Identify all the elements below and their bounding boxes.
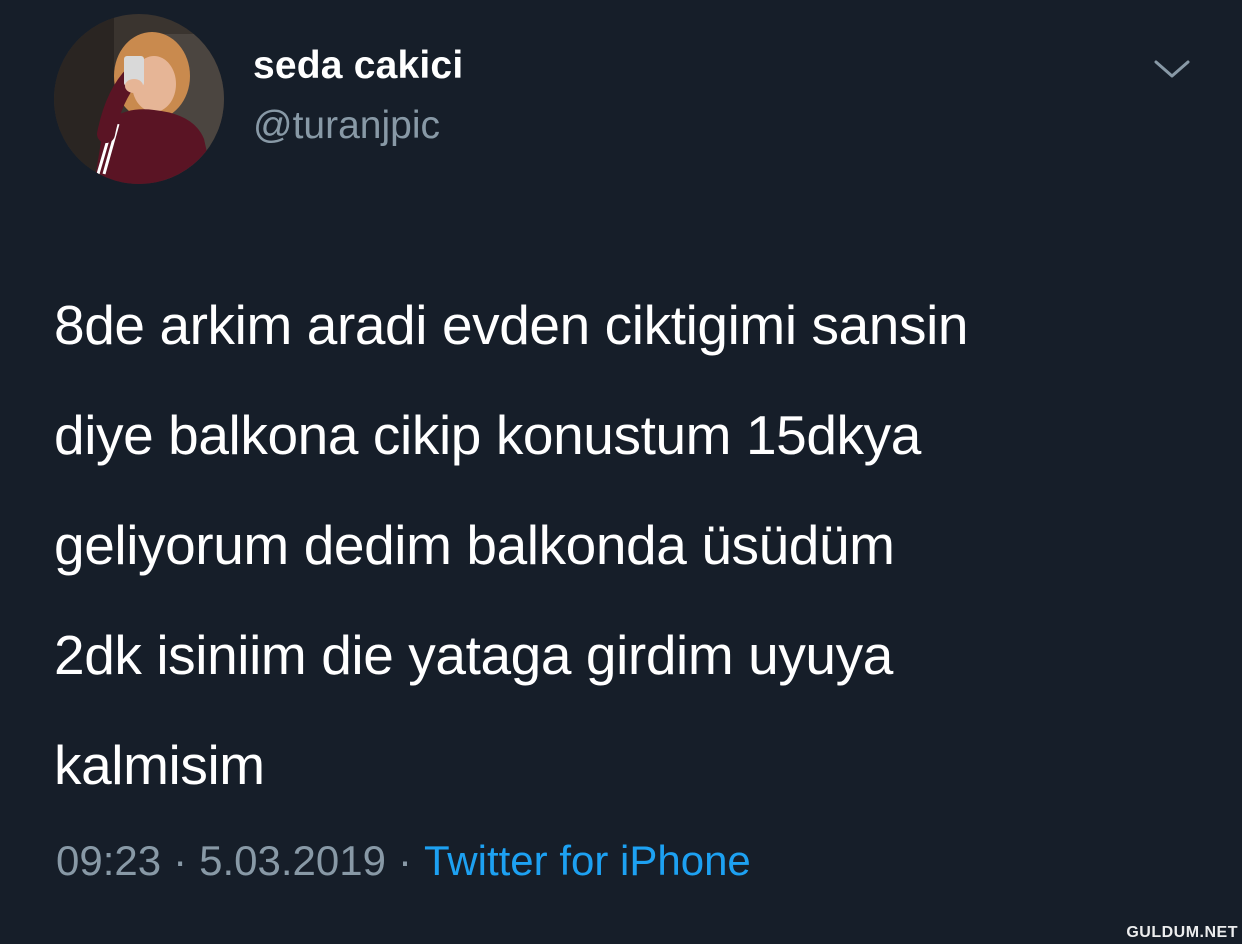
tweet-text: 8de arkim aradi evden ciktigimi sansin d…	[54, 294, 969, 796]
tweet-meta: 09:23 · 5.03.2019 · Twitter for iPhone	[56, 837, 751, 885]
profile-photo	[54, 14, 224, 184]
watermark: GULDUM.NET	[1126, 924, 1238, 941]
user-handle[interactable]: @turanjpic	[253, 104, 440, 148]
tweet-source-link[interactable]: Twitter for iPhone	[424, 837, 751, 884]
tweet-date[interactable]: 5.03.2019	[199, 837, 386, 884]
chevron-down-icon[interactable]	[1150, 54, 1194, 86]
display-name[interactable]: seda cakici	[253, 44, 463, 88]
meta-separator: ·	[173, 837, 188, 884]
avatar[interactable]	[54, 14, 224, 184]
tweet-card: seda cakici @turanjpic 8de arkim aradi e…	[0, 0, 1242, 944]
meta-separator: ·	[397, 837, 412, 884]
tweet-time[interactable]: 09:23	[56, 837, 161, 884]
